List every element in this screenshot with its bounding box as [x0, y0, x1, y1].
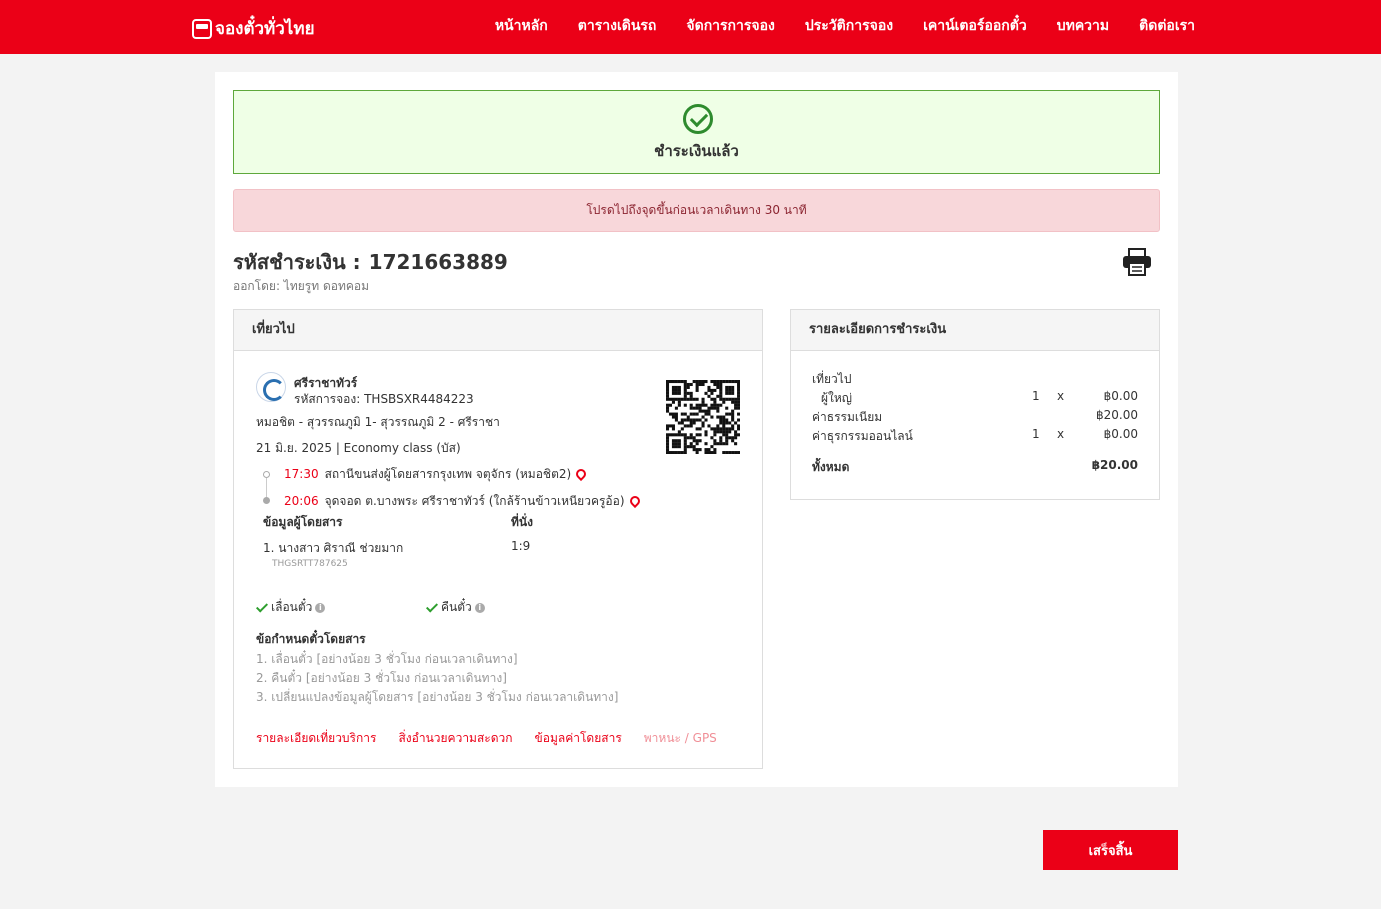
checkmark-icon	[255, 599, 269, 613]
issuer-text: ออกโดย: ไทยรูท ดอทคอม	[233, 279, 370, 293]
payment-code-value: 1721663889	[368, 250, 508, 274]
nav-home[interactable]: หน้าหลัก	[495, 15, 548, 37]
payment-success-banner: ชำระเงินแล้ว	[233, 90, 1160, 174]
arrival-place: จุดจอด ต.บางพระ ศรีราชาทัวร์ (ใกล้ร้านข้…	[324, 494, 625, 508]
feature-reschedule: เลื่อนตั๋ว i	[255, 598, 326, 617]
total-amount: ฿20.00	[1091, 458, 1138, 472]
passenger-name: 1. นางสาว ศิราณี ช่วยมาก	[263, 541, 404, 555]
ticket-rule: 2. คืนตั๋ว [อย่างน้อย 3 ชั่วโมง ก่อนเวลา…	[256, 671, 507, 685]
site-logo[interactable]: จองตั๋วทั่วไทย	[192, 15, 315, 42]
nav-booking-history[interactable]: ประวัติการจอง	[805, 15, 893, 37]
timeline-line	[266, 478, 267, 498]
passenger-seat: 1:9	[511, 539, 531, 553]
row-amount: ฿20.00	[1096, 408, 1138, 422]
feature-reschedule-label: เลื่อนตั๋ว	[271, 600, 313, 614]
payment-code-label: รหัสชำระเงิน :	[233, 250, 361, 274]
arrival-stop: 20:06 จุดจอด ต.บางพระ ศรีราชาทัวร์ (ใกล้ร…	[284, 492, 642, 511]
payment-row-online-fee: ค่าธุรกรรมออนไลน์ 1 x ฿0.00	[812, 427, 1138, 446]
check-circle-icon	[683, 104, 713, 134]
main-nav: หน้าหลัก ตารางเดินรถ จัดการการจอง ประวัต…	[495, 15, 1195, 37]
row-label: ผู้ใหญ่	[821, 391, 853, 405]
nav-contact[interactable]: ติดต่อเรา	[1139, 15, 1195, 37]
row-multiplier: x	[1057, 389, 1065, 403]
route-text: หมอชิต - สุวรรณภูมิ 1- สุวรรณภูมิ 2 - ศร…	[256, 415, 500, 429]
row-qty: 1	[1032, 427, 1040, 441]
nav-schedule[interactable]: ตารางเดินรถ	[578, 15, 657, 37]
payment-detail-header: รายละเอียดการชำระเงิน	[791, 310, 1159, 351]
payment-row-adult: ผู้ใหญ่ 1 x ฿0.00	[812, 389, 1138, 408]
row-label: ค่าธุรกรรมออนไลน์	[812, 429, 913, 443]
row-amount: ฿0.00	[1103, 427, 1138, 441]
seat-header: ที่นั่ง	[511, 515, 533, 529]
map-pin-icon[interactable]	[574, 466, 589, 482]
payment-code-title: รหัสชำระเงิน : 1721663889	[233, 246, 508, 278]
finish-button[interactable]: เสร็จสิ้น	[1043, 830, 1178, 870]
row-multiplier: x	[1057, 427, 1065, 441]
top-navbar: จองตั๋วทั่วไทย หน้าหลัก ตารางเดินรถ จัดก…	[0, 0, 1381, 54]
row-amount: ฿0.00	[1103, 389, 1138, 403]
passenger-ticket-id: THGSRTT787625	[272, 559, 348, 569]
operator-logo	[256, 372, 286, 402]
info-icon[interactable]: i	[474, 602, 485, 613]
ticket-qr-code	[666, 380, 740, 454]
nav-articles[interactable]: บทความ	[1057, 15, 1109, 37]
payment-detail-card: รายละเอียดการชำระเงิน เที่ยวไป ผู้ใหญ่ 1…	[790, 309, 1160, 500]
row-label: ค่าธรรมเนียม	[812, 410, 883, 424]
arrival-dot-icon	[263, 497, 270, 504]
outbound-trip-card: เที่ยวไป ศรีราชาทัวร์ รหัสการจอง: THSBSX…	[233, 309, 763, 769]
departure-stop: 17:30 สถานีขนส่งผู้โดยสารกรุงเทพ จตุจักร …	[284, 465, 589, 484]
payment-section-label: เที่ยวไป	[812, 372, 852, 386]
nav-ticket-counter[interactable]: เคาน์เตอร์ออกตั๋ว	[923, 15, 1027, 37]
success-text: ชำระเงินแล้ว	[654, 142, 739, 160]
link-trip-details[interactable]: รายละเอียดเที่ยวบริการ	[256, 729, 376, 748]
feature-refund: คืนตั๋ว i	[425, 598, 485, 617]
ticket-rule: 3. เปลี่ยนแปลงข้อมูลผู้โดยสาร [อย่างน้อย…	[256, 690, 619, 704]
boarding-warning: โปรดไปถึงจุดขึ้นก่อนเวลาเดินทาง 30 นาที	[233, 189, 1160, 232]
departure-place: สถานีขนส่งผู้โดยสารกรุงเทพ จตุจักร (หมอช…	[324, 467, 572, 481]
nav-manage-booking[interactable]: จัดการการจอง	[686, 15, 774, 37]
departure-dot-icon	[263, 471, 270, 478]
payment-row-fee: ค่าธรรมเนียม ฿20.00	[812, 408, 1138, 427]
booking-code: รหัสการจอง: THSBSXR4484223	[294, 392, 474, 406]
arrival-time: 20:06	[284, 494, 319, 508]
trip-links: รายละเอียดเที่ยวบริการ สิ่งอำนวยความสะดว…	[256, 729, 717, 748]
ticket-rule: 1. เลื่อนตั๋ว [อย่างน้อย 3 ชั่วโมง ก่อนเ…	[256, 652, 518, 666]
receipt-panel: ชำระเงินแล้ว โปรดไปถึงจุดขึ้นก่อนเวลาเดิ…	[215, 72, 1178, 787]
row-qty: 1	[1032, 389, 1040, 403]
bus-icon	[192, 18, 212, 39]
map-pin-icon[interactable]	[627, 493, 642, 509]
info-icon[interactable]: i	[315, 602, 326, 613]
payment-total-row: ทั้งหมด ฿20.00	[812, 458, 1138, 477]
travel-date-class: 21 มิ.ย. 2025 | Economy class (บัส)	[256, 441, 461, 455]
link-facilities[interactable]: สิ่งอำนวยความสะดวก	[398, 729, 512, 748]
total-label: ทั้งหมด	[812, 460, 850, 474]
link-fare-info[interactable]: ข้อมูลค่าโดยสาร	[535, 729, 622, 748]
trip-card-header: เที่ยวไป	[234, 310, 762, 351]
ticket-rules-header: ข้อกำหนดตั๋วโดยสาร	[256, 632, 366, 646]
checkmark-icon	[425, 599, 439, 613]
passenger-info-header: ข้อมูลผู้โดยสาร	[263, 515, 343, 529]
link-vehicle-gps[interactable]: พาหนะ / GPS	[644, 729, 717, 748]
print-icon[interactable]	[1122, 248, 1152, 276]
feature-refund-label: คืนตั๋ว	[441, 600, 472, 614]
site-logo-text: จองตั๋วทั่วไทย	[215, 19, 315, 39]
departure-time: 17:30	[284, 467, 319, 481]
